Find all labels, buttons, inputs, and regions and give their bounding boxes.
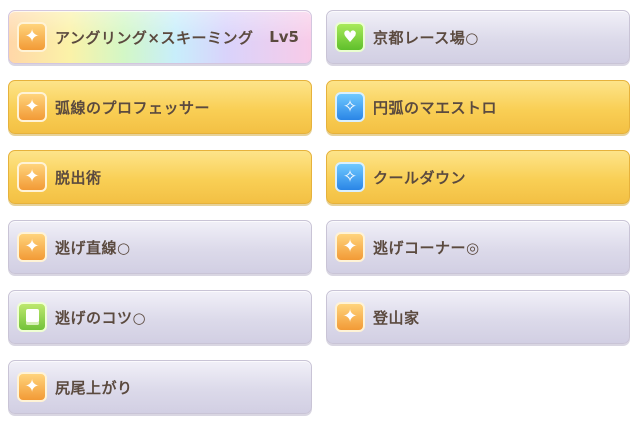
skill-card-gold[interactable]: ✦ 脱出術	[8, 150, 312, 204]
heart-icon: ♥	[335, 22, 365, 52]
speed-icon: ✦	[17, 92, 47, 122]
book-icon	[17, 302, 47, 332]
skill-card-gold[interactable]: ✦ 弧線のプロフェッサー	[8, 80, 312, 134]
skill-card[interactable]: 逃げのコツ○	[8, 290, 312, 344]
skill-label: アングリング×スキーミング	[55, 28, 254, 47]
skill-card[interactable]: ✦ 尻尾上がり	[8, 360, 312, 414]
skill-label: 逃げコーナー◎	[373, 238, 480, 257]
skill-label: 京都レース場○	[373, 28, 479, 47]
speed-icon: ✦	[17, 232, 47, 262]
skill-level: Lv5	[269, 28, 299, 46]
speed-icon: ✦	[17, 162, 47, 192]
sparkle-icon: ✧	[335, 92, 365, 122]
skill-label: 登山家	[373, 308, 420, 327]
skill-card[interactable]: ✦ 逃げ直線○	[8, 220, 312, 274]
skill-label: 尻尾上がり	[55, 378, 133, 397]
speed-icon: ✦	[335, 302, 365, 332]
skill-grid: ✦ アングリング×スキーミング Lv5 ✦ 弧線のプロフェッサー ✦ 脱出術 ✦…	[0, 0, 640, 423]
skill-card-gold[interactable]: ✧ クールダウン	[326, 150, 630, 204]
speed-icon: ✦	[17, 372, 47, 402]
skill-card[interactable]: ✦ 逃げコーナー◎	[326, 220, 630, 274]
skill-label: クールダウン	[373, 168, 467, 187]
skill-label: 弧線のプロフェッサー	[55, 98, 211, 117]
skill-label: 脱出術	[55, 168, 102, 187]
sparkle-icon: ✧	[335, 162, 365, 192]
skill-card-gold[interactable]: ✧ 円弧のマエストロ	[326, 80, 630, 134]
skill-card-unique[interactable]: ✦ アングリング×スキーミング Lv5	[8, 10, 312, 64]
skill-label: 円弧のマエストロ	[373, 98, 498, 117]
skill-label: 逃げのコツ○	[55, 308, 147, 327]
speed-icon: ✦	[335, 232, 365, 262]
skill-card[interactable]: ✦ 登山家	[326, 290, 630, 344]
skill-card[interactable]: ♥ 京都レース場○	[326, 10, 630, 64]
speed-icon: ✦	[17, 22, 47, 52]
skill-label: 逃げ直線○	[55, 238, 131, 257]
